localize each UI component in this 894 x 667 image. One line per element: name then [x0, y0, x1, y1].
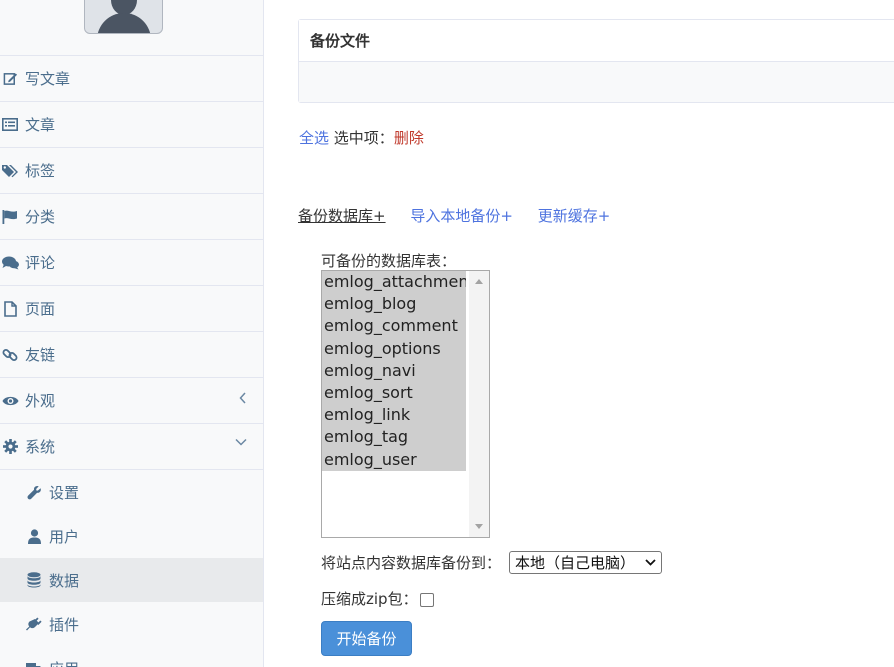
tables-label: 可备份的数据库表： — [321, 252, 457, 270]
sidebar-subitem-users[interactable]: 用户 — [0, 514, 263, 558]
sidebar-subitem-apps[interactable]: 应用 — [0, 646, 263, 667]
sidebar-item-categories[interactable]: 分类 — [0, 194, 263, 240]
sidebar-item-label: 评论 — [25, 254, 56, 272]
tags-icon — [1, 164, 19, 178]
sidebar-item-label: 页面 — [25, 300, 56, 318]
table-option[interactable]: emlog_blog — [322, 293, 466, 316]
table-option[interactable]: emlog_navi — [322, 359, 466, 382]
sidebar-subitem-label: 应用 — [49, 658, 79, 667]
sidebar-item-system[interactable]: 系统 — [0, 424, 263, 470]
table-option[interactable]: emlog_sort — [322, 381, 466, 405]
sidebar-subitem-label: 用户 — [49, 527, 80, 546]
sidebar-item-label: 文章 — [25, 116, 56, 134]
comments-icon — [1, 256, 19, 270]
table-option[interactable]: emlog_tag — [322, 426, 466, 449]
sidebar-subitem-label: 设置 — [49, 483, 80, 502]
delete-link[interactable]: 删除 — [394, 129, 424, 147]
sidebar-subitem-plugins[interactable]: 插件 — [0, 602, 263, 646]
link-icon — [1, 347, 19, 363]
table-option[interactable]: emlog_comment — [322, 315, 466, 338]
sidebar-item-write-article[interactable]: 写文章 — [0, 56, 263, 102]
sidebar-item-pages[interactable]: 页面 — [0, 286, 263, 332]
eye-icon — [1, 395, 19, 407]
truck-icon — [25, 661, 43, 667]
zip-checkbox[interactable] — [419, 593, 434, 607]
selection-actions: 全选 选中项：删除 — [299, 127, 424, 148]
panel-title: 备份文件 — [299, 20, 894, 62]
scroll-up-icon[interactable] — [475, 279, 483, 284]
backup-destination-value: 本地（自己电脑） — [515, 554, 636, 572]
zip-label: 压缩成zip包： — [321, 590, 418, 608]
tab-import-local-backup[interactable]: 导入本地备份+ — [410, 207, 513, 225]
plug-icon — [25, 616, 43, 632]
sidebar-item-label: 系统 — [25, 438, 56, 456]
chevron-down-icon — [235, 438, 247, 446]
sidebar-item-appearance[interactable]: 外观 — [0, 378, 263, 424]
database-icon — [25, 572, 43, 588]
sidebar-nav: 写文章 文章 标签 分类 评论 页面 友链 外观 系统 设置 用户 数据 插件 — [0, 55, 263, 667]
chevron-left-icon — [239, 392, 247, 404]
database-tables-listbox[interactable]: emlog_attachment emlog_blog emlog_commen… — [321, 270, 490, 538]
zip-option-row: 压缩成zip包： — [321, 588, 434, 609]
sidebar-item-label: 写文章 — [25, 70, 71, 88]
backup-destination-row: 将站点内容数据库备份到： 本地（自己电脑） — [321, 551, 663, 574]
table-option[interactable]: emlog_options — [322, 337, 466, 360]
sidebar-subitem-label: 插件 — [49, 615, 80, 634]
start-backup-button[interactable]: 开始备份 — [321, 621, 412, 656]
tab-backup-database[interactable]: 备份数据库+ — [298, 207, 386, 225]
sidebar-item-tags[interactable]: 标签 — [0, 148, 263, 194]
sidebar-item-label: 分类 — [25, 208, 56, 226]
backup-destination-select[interactable]: 本地（自己电脑） — [509, 551, 663, 574]
backup-files-panel: 备份文件 — [298, 19, 894, 103]
sidebar-item-label: 标签 — [25, 162, 56, 180]
gear-icon — [1, 439, 19, 454]
table-option[interactable]: emlog_user — [322, 448, 466, 471]
wrench-icon — [25, 485, 43, 500]
file-icon — [1, 300, 19, 317]
table-option[interactable]: emlog_link — [322, 404, 466, 427]
sidebar-item-label: 外观 — [25, 392, 56, 410]
selected-items-label: 选中项： — [333, 129, 394, 147]
sidebar: 写文章 文章 标签 分类 评论 页面 友链 外观 系统 设置 用户 数据 插件 — [0, 0, 264, 667]
select-all-link[interactable]: 全选 — [299, 129, 329, 147]
backup-files-list — [299, 62, 894, 102]
backup-tabs: 备份数据库+ 导入本地备份+ 更新缓存+ — [298, 205, 630, 226]
sidebar-item-articles[interactable]: 文章 — [0, 102, 263, 148]
sidebar-item-comments[interactable]: 评论 — [0, 240, 263, 286]
sidebar-subitem-settings[interactable]: 设置 — [0, 470, 263, 514]
listbox-scrollbar[interactable] — [469, 271, 489, 537]
chevron-down-icon — [645, 559, 656, 566]
sidebar-item-label: 友链 — [25, 346, 56, 364]
list-icon — [1, 118, 19, 131]
sidebar-item-links[interactable]: 友链 — [0, 332, 263, 378]
scroll-down-icon[interactable] — [475, 524, 483, 529]
user-icon — [25, 528, 43, 544]
edit-icon — [1, 71, 19, 86]
sidebar-subitem-data[interactable]: 数据 — [0, 558, 263, 602]
table-option[interactable]: emlog_attachment — [322, 271, 466, 294]
flag-icon — [1, 209, 19, 224]
avatar[interactable] — [84, 0, 163, 34]
tab-update-cache[interactable]: 更新缓存+ — [538, 207, 611, 225]
backup-destination-label: 将站点内容数据库备份到： — [321, 554, 502, 572]
sidebar-subitem-label: 数据 — [49, 571, 80, 590]
